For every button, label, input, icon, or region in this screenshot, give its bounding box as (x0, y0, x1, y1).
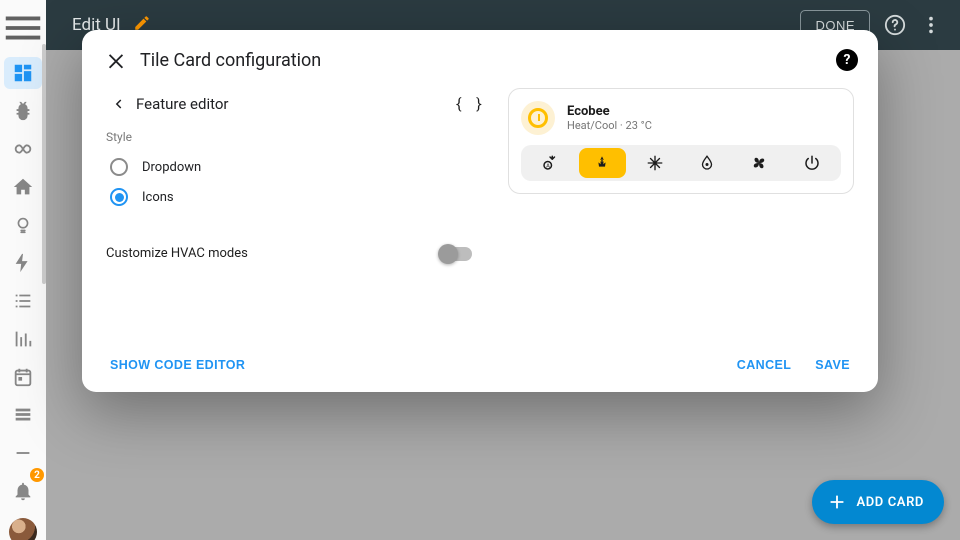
hvac-mode-fan[interactable] (736, 148, 782, 178)
nav-home-plus[interactable] (0, 168, 46, 206)
style-option-icons[interactable]: Icons (106, 182, 484, 212)
nav-chart[interactable] (0, 320, 46, 358)
radio-checked-icon (110, 188, 128, 206)
dialog-title: Tile Card configuration (140, 50, 321, 71)
style-option-icons-label: Icons (142, 190, 174, 205)
close-button[interactable] (102, 46, 130, 74)
nav-calendar[interactable] (0, 358, 46, 396)
back-button[interactable] (106, 95, 130, 113)
style-option-dropdown-label: Dropdown (142, 160, 201, 175)
cancel-button[interactable]: CANCEL (735, 354, 793, 376)
style-label: Style (106, 130, 484, 144)
fab-label: ADD CARD (856, 495, 924, 510)
style-option-dropdown[interactable]: Dropdown (106, 152, 484, 182)
dialog-help-icon[interactable]: ? (836, 49, 858, 71)
hvac-mode-dry[interactable] (684, 148, 730, 178)
thermostat-icon (521, 101, 555, 135)
customize-hvac-label: Customize HVAC modes (106, 246, 248, 261)
hamburger-button[interactable] (0, 8, 46, 48)
radio-unchecked-icon (110, 158, 128, 176)
side-rail: 2 (0, 0, 46, 540)
add-card-fab[interactable]: ADD CARD (812, 480, 944, 524)
editor-title: Feature editor (136, 95, 229, 113)
nav-debug[interactable] (0, 92, 46, 130)
nav-idea[interactable] (0, 206, 46, 244)
hvac-mode-off[interactable] (789, 148, 835, 178)
save-button[interactable]: SAVE (813, 354, 852, 376)
nav-dashboard[interactable] (0, 54, 46, 92)
hvac-mode-heat[interactable] (579, 148, 625, 178)
show-code-editor-button[interactable]: SHOW CODE EDITOR (108, 354, 247, 376)
svg-text:A: A (546, 164, 550, 170)
nav-minus[interactable] (0, 434, 46, 472)
preview-name: Ecobee (567, 104, 652, 120)
tile-card-preview: Ecobee Heat/Cool · 23 °C A (508, 88, 854, 194)
hvac-mode-auto[interactable]: A (527, 148, 573, 178)
notifications-button[interactable]: 2 (0, 472, 46, 510)
notifications-badge: 2 (30, 468, 44, 482)
hvac-mode-cool[interactable] (632, 148, 678, 178)
code-braces-icon[interactable]: { } (454, 94, 484, 114)
card-config-dialog: Tile Card configuration ? Feature editor… (82, 30, 878, 392)
nav-infinity[interactable] (0, 130, 46, 168)
customize-hvac-toggle[interactable] (440, 247, 472, 261)
hvac-modes-row: A (521, 145, 841, 181)
nav-list[interactable] (0, 282, 46, 320)
nav-stack[interactable] (0, 396, 46, 434)
help-icon[interactable] (884, 14, 906, 36)
user-avatar[interactable] (9, 518, 37, 540)
overflow-icon[interactable] (920, 14, 942, 36)
preview-state: Heat/Cool · 23 °C (567, 119, 652, 132)
nav-energy[interactable] (0, 244, 46, 282)
